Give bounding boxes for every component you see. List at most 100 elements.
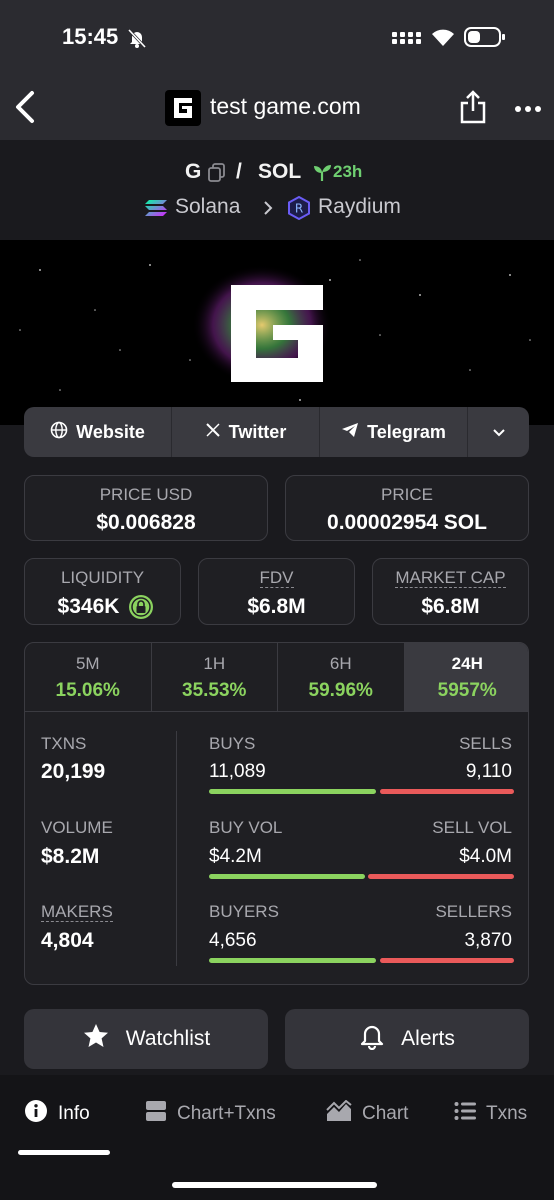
pair-header: G / SOL 23h Solana R Raydium <box>0 140 554 240</box>
sprout-icon <box>312 163 332 188</box>
bottom-nav-chart-txns[interactable]: Chart+Txns <box>145 1101 276 1127</box>
social-links-bar: Website Twitter Telegram <box>24 407 529 457</box>
watchlist-button[interactable]: Watchlist <box>24 1009 268 1069</box>
makers-value: 4,804 <box>41 929 94 952</box>
copy-icon[interactable] <box>208 163 226 188</box>
tab-6h[interactable]: 6H 59.96% <box>278 643 405 711</box>
tab-label: 6H <box>329 654 352 673</box>
price-native-value: 0.00002954 SOL <box>327 511 487 534</box>
liquidity-label: LIQUIDITY <box>60 568 145 587</box>
bell-muted-icon <box>126 27 148 54</box>
market-cap-label[interactable]: MARKET CAP <box>395 568 506 588</box>
price-usd-value: $0.006828 <box>96 511 196 534</box>
x-logo-icon <box>205 422 221 443</box>
buy-vol-value: $4.2M <box>209 846 262 867</box>
bottom-nav-label: Chart <box>362 1103 409 1124</box>
sellers-bar <box>380 958 514 963</box>
tab-24h[interactable]: 24H 5957% <box>404 643 528 711</box>
pair-age: 23h <box>333 162 363 181</box>
solana-icon <box>144 198 168 223</box>
bell-icon <box>359 1022 385 1056</box>
telegram-icon <box>341 422 359 443</box>
sell-vol-label: SELL VOL <box>432 818 512 837</box>
wifi-icon <box>430 26 456 53</box>
fdv-label[interactable]: FDV <box>259 568 294 588</box>
fdv-card: FDV $6.8M <box>198 558 355 625</box>
buys-value: 11,089 <box>209 761 266 782</box>
site-favicon <box>165 90 201 126</box>
sellers-label: SELLERS <box>435 902 512 921</box>
bottom-nav-label: Txns <box>486 1103 528 1124</box>
tab-label: 24H <box>451 654 483 673</box>
buyers-label: BUYERS <box>209 902 279 921</box>
sell-vol-value: $4.0M <box>459 846 512 867</box>
tab-label: 5M <box>75 654 100 673</box>
buy-vol-bar <box>209 874 365 879</box>
active-tab-indicator <box>18 1150 110 1155</box>
bottom-nav-info[interactable]: Info <box>24 1099 90 1129</box>
chain-name[interactable]: Solana <box>175 195 240 219</box>
sellers-value: 3,870 <box>464 930 512 951</box>
alerts-label: Alerts <box>401 1027 455 1050</box>
twitter-link-label: Twitter <box>228 421 287 442</box>
sells-value: 9,110 <box>465 761 512 782</box>
more-links-button[interactable] <box>468 407 529 457</box>
tab-1h[interactable]: 1H 35.53% <box>152 643 278 711</box>
bottom-nav-txns[interactable]: Txns <box>454 1101 527 1127</box>
back-arrow-icon[interactable] <box>10 87 40 127</box>
svg-text:R: R <box>295 202 303 216</box>
liquidity-card: LIQUIDITY $346K <box>24 558 181 625</box>
website-link-label: Website <box>76 421 145 442</box>
watchlist-label: Watchlist <box>125 1027 211 1050</box>
buy-vol-label: BUY VOL <box>209 818 283 837</box>
area-chart-icon <box>326 1099 352 1128</box>
market-cap-card: MARKET CAP $6.8M <box>372 558 529 625</box>
chevron-down-icon <box>492 422 506 443</box>
browser-nav-bar: test game.com <box>0 75 554 140</box>
pair-base-symbol: G <box>185 160 202 183</box>
raydium-icon: R <box>287 195 311 225</box>
battery-icon <box>464 26 506 53</box>
star-icon <box>82 1022 110 1056</box>
tab-5m[interactable]: 5M 15.06% <box>25 643 152 711</box>
cellular-signal-icon <box>392 28 422 51</box>
tab-change: 35.53% <box>182 680 247 701</box>
bottom-nav-chart[interactable]: Chart <box>326 1099 409 1128</box>
share-icon[interactable] <box>458 89 488 130</box>
globe-icon <box>50 421 68 444</box>
makers-label[interactable]: MAKERS <box>41 902 113 922</box>
buyers-value: 4,656 <box>209 930 257 951</box>
buys-label: BUYS <box>209 734 256 753</box>
telegram-link[interactable]: Telegram <box>320 407 468 457</box>
home-indicator[interactable] <box>172 1182 377 1188</box>
tab-change: 59.96% <box>308 680 373 701</box>
more-options-icon[interactable] <box>514 101 542 119</box>
pair-separator: / <box>236 160 242 183</box>
liquidity-value: $346K <box>57 595 120 618</box>
dex-name[interactable]: Raydium <box>318 195 401 219</box>
market-cap-value: $6.8M <box>421 595 480 618</box>
sell-vol-bar <box>368 874 514 879</box>
alerts-button[interactable]: Alerts <box>285 1009 529 1069</box>
bottom-nav-label: Chart+Txns <box>177 1103 276 1124</box>
buys-bar <box>209 789 376 794</box>
telegram-link-label: Telegram <box>367 421 446 442</box>
page-title: test game.com <box>210 93 361 119</box>
volume-value: $8.2M <box>41 845 100 868</box>
volume-label: VOLUME <box>41 818 113 837</box>
pair-quote-symbol: SOL <box>258 160 302 183</box>
chart-txns-icon <box>145 1100 167 1128</box>
sells-bar <box>380 789 514 794</box>
twitter-link[interactable]: Twitter <box>172 407 320 457</box>
tab-change: 15.06% <box>55 680 120 701</box>
price-usd-label: PRICE USD <box>99 485 193 504</box>
stats-panel: 5M 15.06% 1H 35.53% 6H 59.96% 24H 5957% … <box>24 642 529 985</box>
chevron-right-icon <box>262 200 274 221</box>
info-icon <box>24 1099 48 1129</box>
status-time: 15:45 <box>62 24 119 49</box>
buyers-bar <box>209 958 376 963</box>
website-link[interactable]: Website <box>24 407 172 457</box>
token-banner <box>0 240 554 425</box>
lock-icon[interactable] <box>128 594 154 625</box>
list-icon <box>454 1101 476 1127</box>
